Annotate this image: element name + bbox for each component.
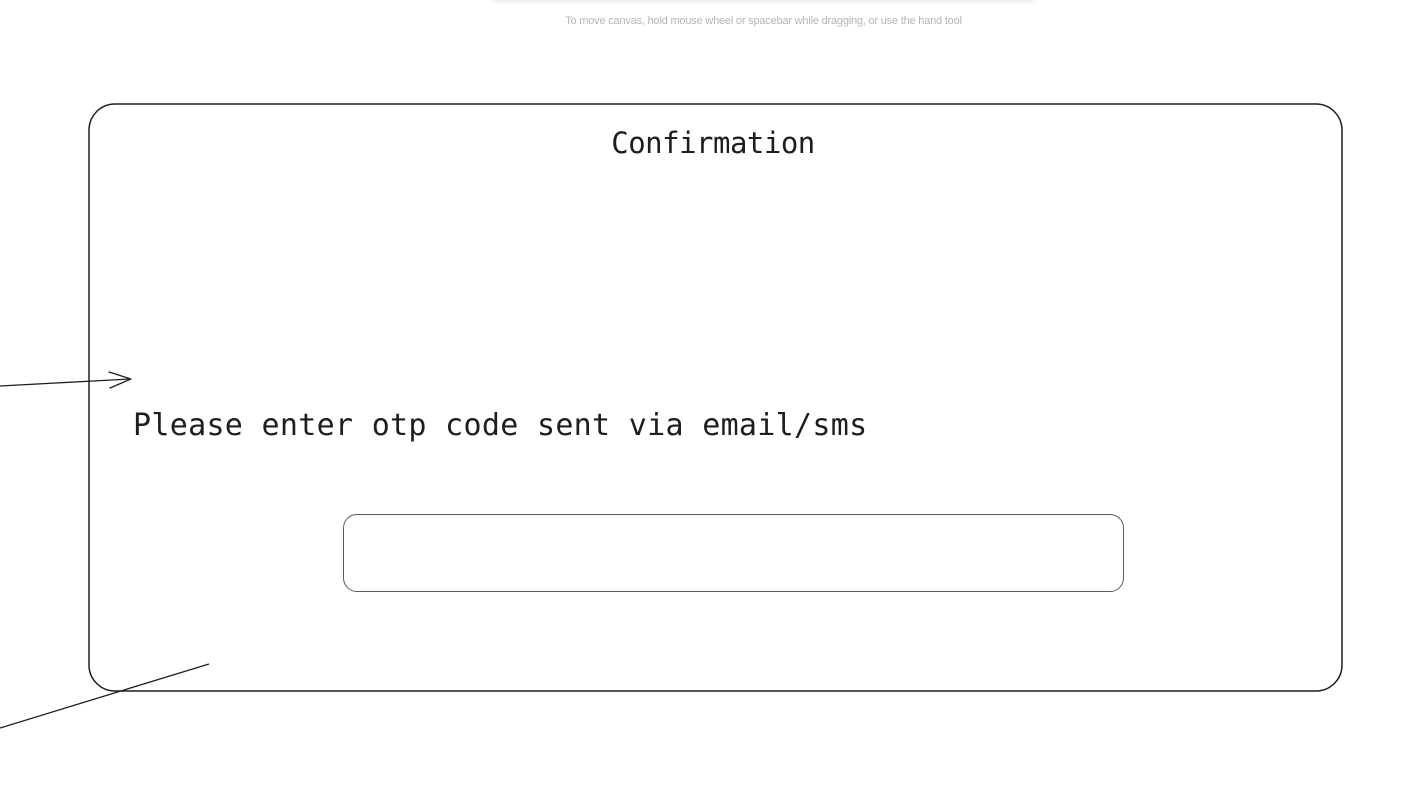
frame-title: Confirmation: [611, 126, 815, 160]
otp-instruction-text: Please enter otp code sent via email/sms: [133, 408, 868, 443]
arrow-connector[interactable]: [0, 371, 132, 389]
drawing-canvas[interactable]: [0, 0, 1424, 802]
confirmation-frame[interactable]: [88, 103, 1343, 692]
otp-code-input[interactable]: [343, 514, 1124, 592]
connector-line[interactable]: [0, 663, 210, 729]
